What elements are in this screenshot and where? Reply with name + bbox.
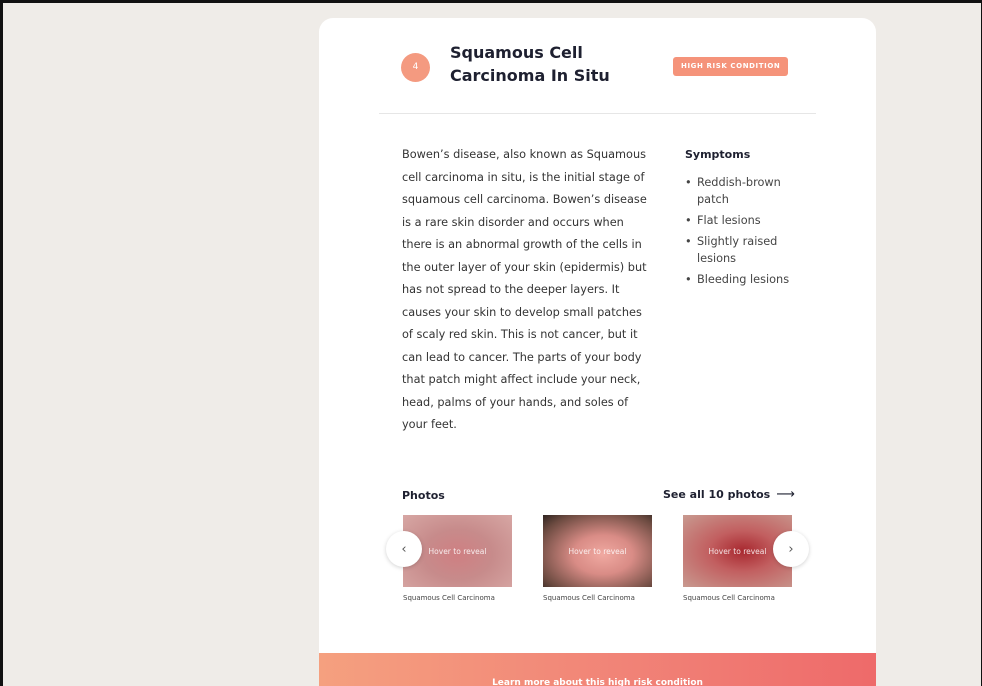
- carousel-prev-button[interactable]: ‹: [386, 531, 422, 567]
- page-frame: 4 Squamous Cell Carcinoma In Situ HIGH R…: [0, 0, 982, 686]
- learn-more-button[interactable]: Learn more about this high risk conditio…: [319, 653, 876, 686]
- symptoms-list: Reddish-brown patch Flat lesions Slightl…: [685, 174, 795, 292]
- symptom-item: Bleeding lesions: [685, 271, 795, 288]
- condition-number-badge: 4: [401, 53, 430, 82]
- header-divider: [379, 113, 816, 114]
- see-all-photos-label: See all 10 photos: [663, 488, 771, 501]
- photos-heading: Photos: [402, 489, 445, 502]
- condition-title: Squamous Cell Carcinoma In Situ: [450, 43, 610, 85]
- symptom-item: Flat lesions: [685, 212, 795, 229]
- hover-to-reveal-overlay: Hover to reveal: [568, 546, 627, 556]
- photo-caption: Squamous Cell Carcinoma: [403, 594, 495, 602]
- photo-caption: Squamous Cell Carcinoma: [543, 594, 635, 602]
- photo-thumbnail[interactable]: Hover to reveal: [543, 515, 652, 587]
- carousel-next-button[interactable]: ›: [773, 531, 809, 567]
- chevron-right-icon: ›: [788, 541, 794, 557]
- chevron-left-icon: ‹: [401, 541, 407, 557]
- high-risk-badge: HIGH RISK CONDITION: [673, 57, 789, 76]
- arrow-right-icon: ⟶: [776, 487, 795, 502]
- symptoms-heading: Symptoms: [685, 148, 751, 161]
- see-all-photos-link[interactable]: See all 10 photos ⟶: [663, 487, 795, 502]
- photo-caption: Squamous Cell Carcinoma: [683, 594, 775, 602]
- condition-card: 4 Squamous Cell Carcinoma In Situ HIGH R…: [319, 18, 876, 686]
- condition-description: Bowen’s disease, also known as Squamous …: [402, 148, 647, 431]
- symptom-item: Slightly raised lesions: [685, 233, 795, 267]
- symptom-item: Reddish-brown patch: [685, 174, 795, 208]
